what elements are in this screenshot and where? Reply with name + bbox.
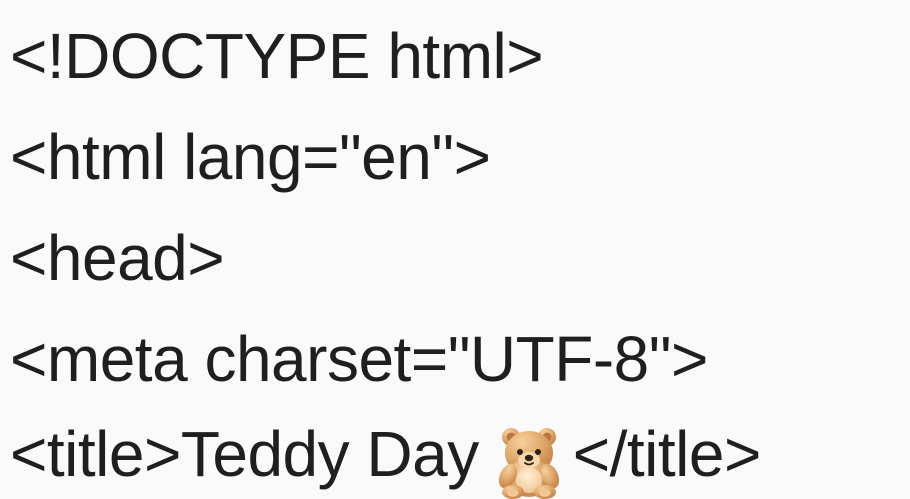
html-open-text: <html lang="en"> <box>10 120 491 193</box>
code-view: <!DOCTYPE html> <html lang="en"> <head> … <box>0 0 910 499</box>
code-line-doctype: <!DOCTYPE html> <box>10 5 910 106</box>
meta-charset-text: <meta charset="UTF-8"> <box>10 322 708 395</box>
doctype-text: <!DOCTYPE html> <box>10 19 544 92</box>
code-line-head-open: <head> <box>10 207 910 308</box>
code-line-html-open: <html lang="en"> <box>10 106 910 207</box>
head-open-text: <head> <box>10 221 225 294</box>
title-text: Teddy Day <box>180 418 479 490</box>
code-line-title: <title> Teddy Day </title> <box>10 409 910 499</box>
teddy-bear-icon <box>495 425 563 499</box>
title-open-tag: <title> <box>10 418 181 490</box>
title-close-tag: </title> <box>572 418 762 490</box>
code-line-meta: <meta charset="UTF-8"> <box>10 308 910 409</box>
